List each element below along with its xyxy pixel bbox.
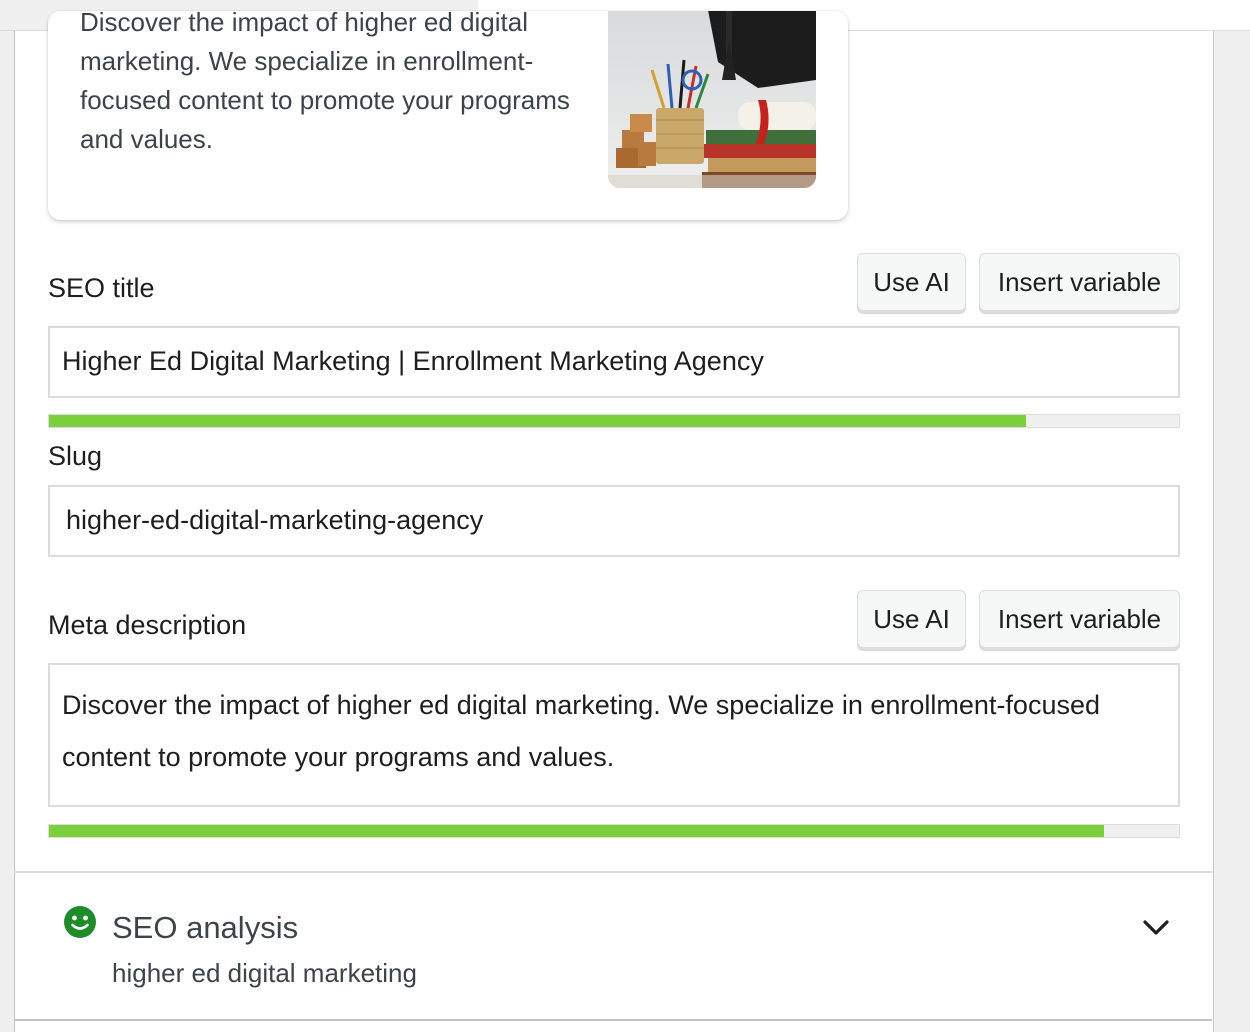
seo-title-use-ai-button[interactable]: Use AI	[857, 253, 966, 311]
seo-title-progress-bar	[48, 414, 1180, 428]
chevron-down-icon	[1143, 920, 1169, 935]
seo-title-input[interactable]: Higher Ed Digital Marketing | Enrollment…	[48, 326, 1180, 398]
meta-description-insert-variable-button[interactable]: Insert variable	[979, 590, 1180, 648]
seo-title-label: SEO title	[48, 273, 155, 303]
seo-title-insert-variable-button[interactable]: Insert variable	[979, 253, 1180, 311]
meta-description-input[interactable]: Discover the impact of higher ed digital…	[48, 663, 1180, 807]
meta-description-value: Discover the impact of higher ed digital…	[62, 690, 1100, 772]
slug-value: higher-ed-digital-marketing-agency	[66, 505, 484, 535]
social-preview-card: Discover the impact of higher ed digital…	[48, 11, 848, 220]
preview-description: Discover the impact of higher ed digital…	[80, 11, 570, 154]
meta-description-progress-fill	[49, 825, 1105, 837]
preview-image	[608, 11, 816, 188]
meta-description-use-ai-button[interactable]: Use AI	[857, 590, 966, 648]
bottom-divider	[14, 1019, 1212, 1021]
seo-title-value: Higher Ed Digital Marketing | Enrollment…	[62, 346, 764, 376]
seo-analysis-keyphrase: higher ed digital marketing	[112, 958, 417, 988]
smiley-face-icon	[64, 906, 96, 938]
meta-description-progress-bar	[48, 824, 1180, 838]
slug-input[interactable]: higher-ed-digital-marketing-agency	[48, 485, 1180, 557]
seo-analysis-toggle[interactable]	[16, 873, 1212, 1019]
seo-title-progress-fill	[49, 415, 1027, 427]
meta-description-label: Meta description	[48, 610, 247, 640]
seo-analysis-title: SEO analysis	[112, 910, 299, 945]
slug-label: Slug	[48, 441, 103, 471]
